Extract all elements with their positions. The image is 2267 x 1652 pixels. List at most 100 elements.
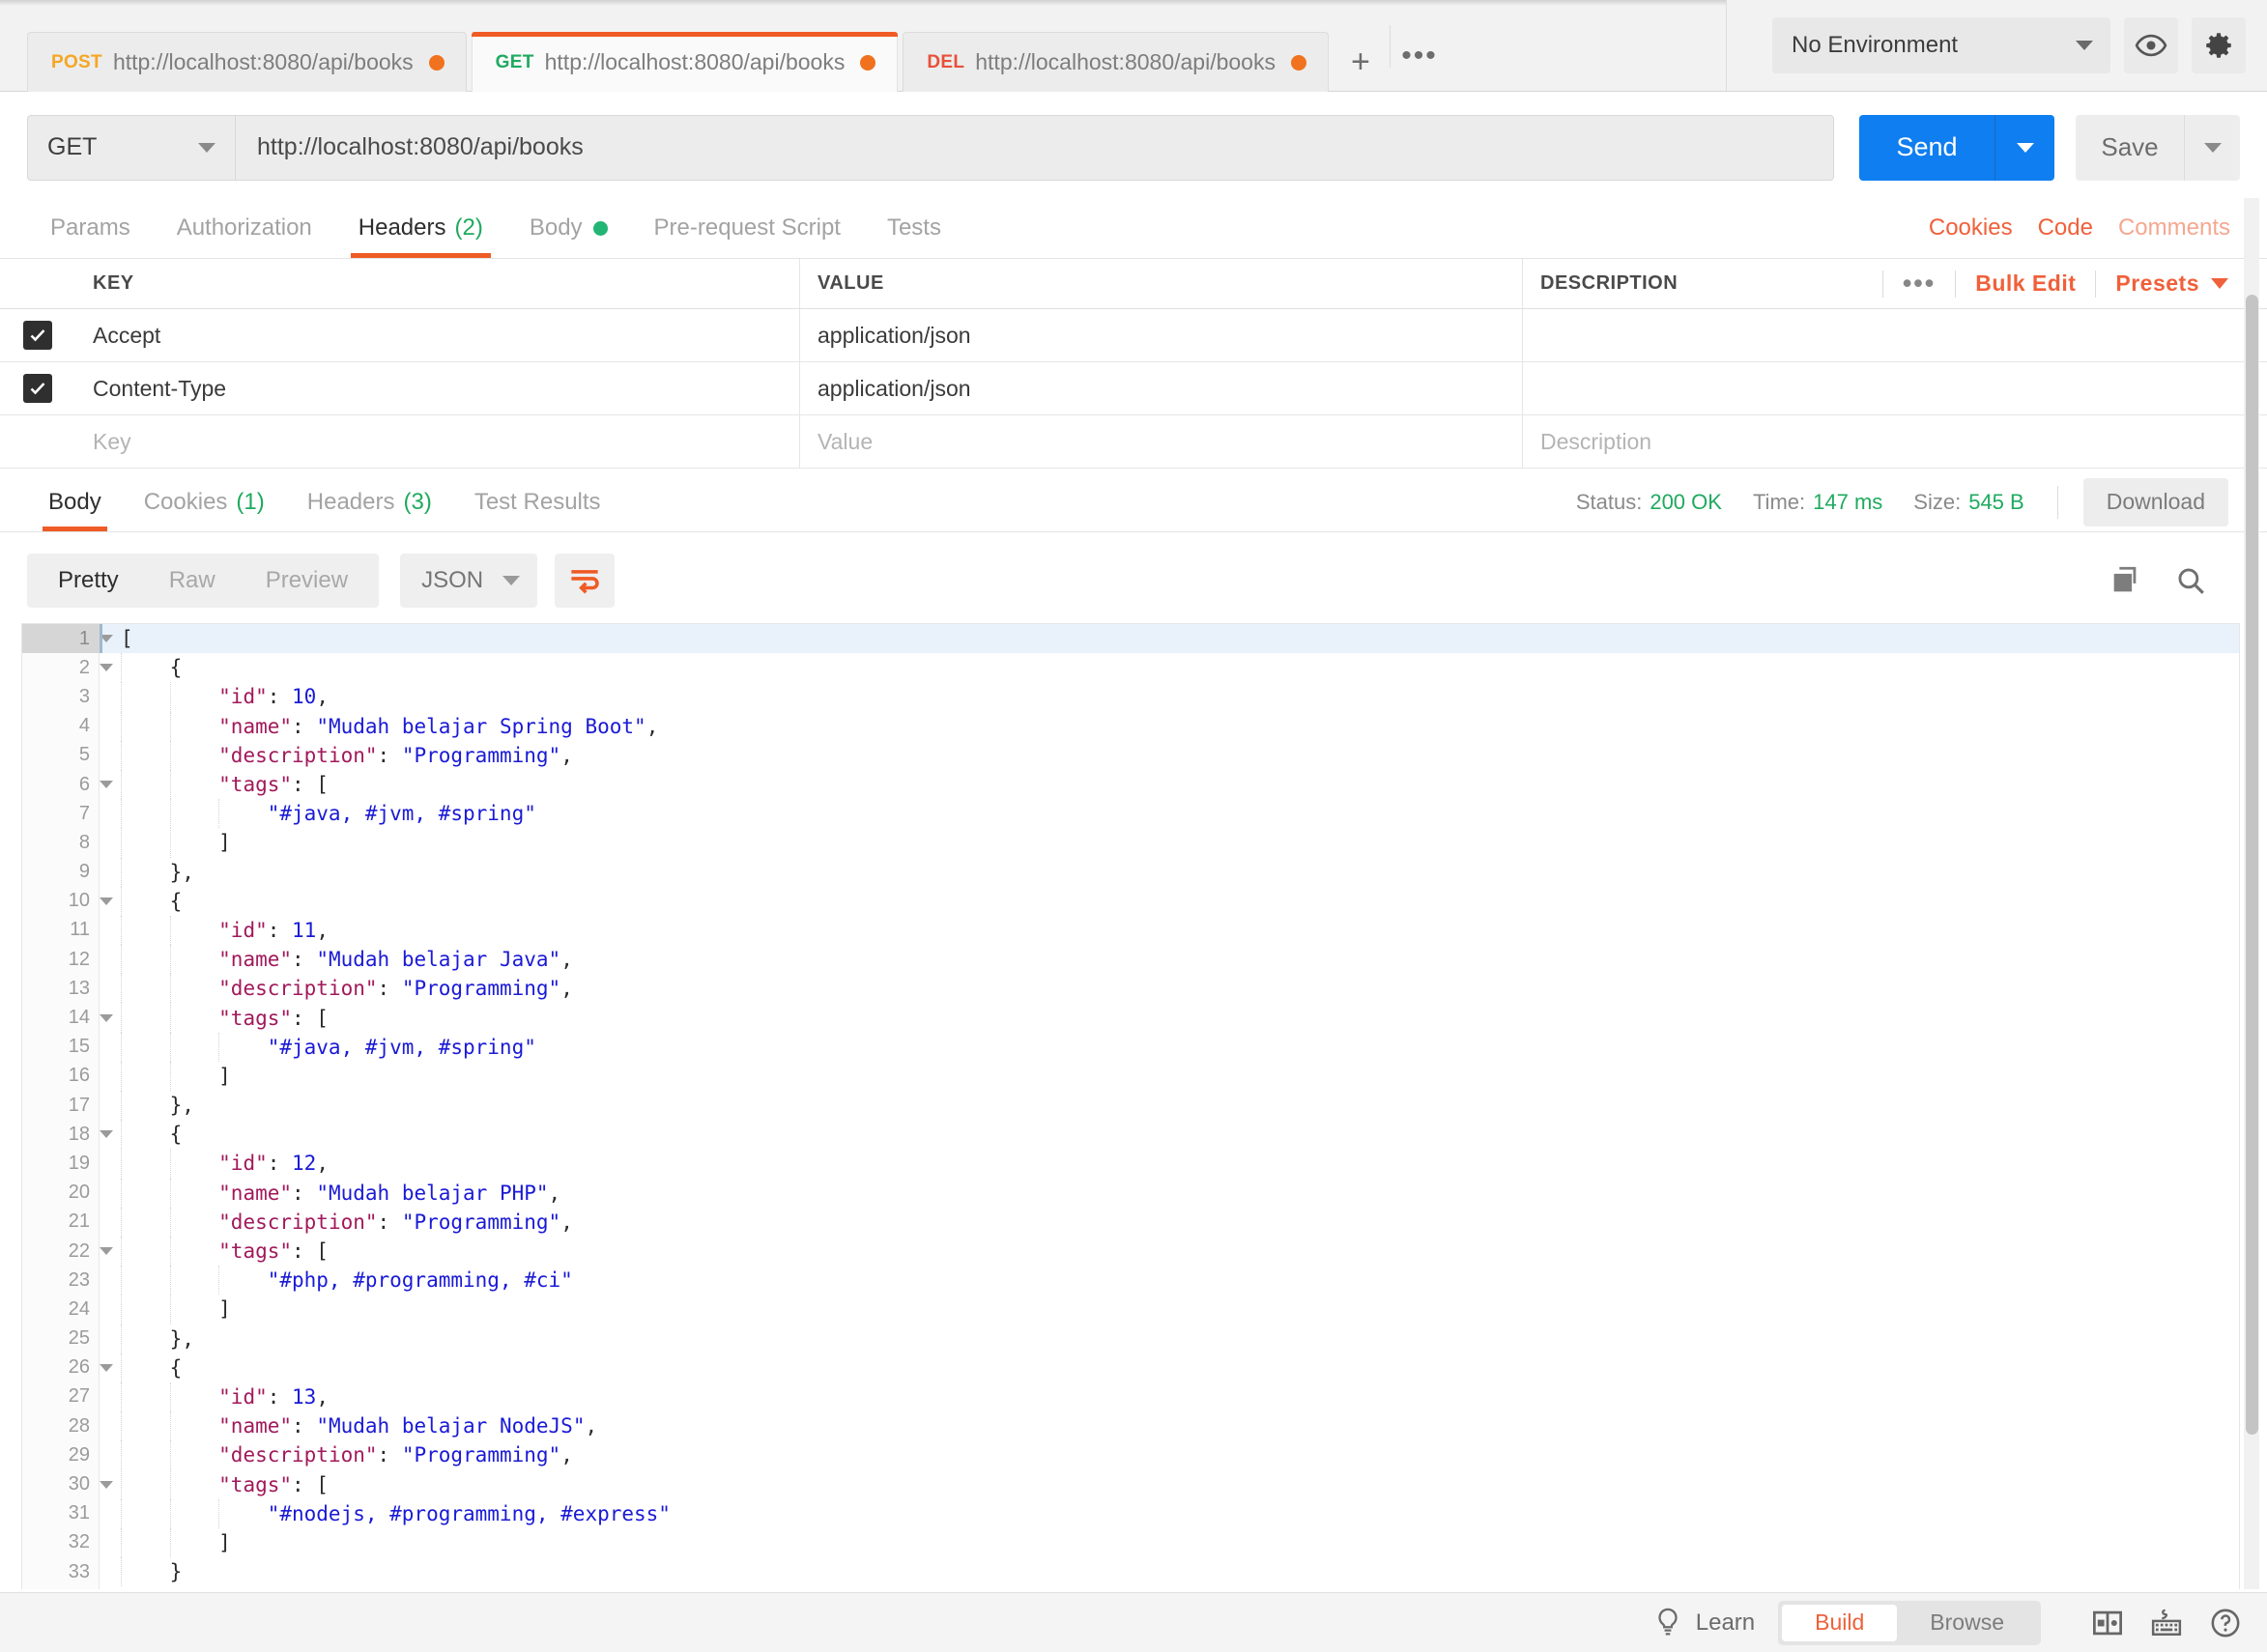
code-token: "Programming" <box>402 977 560 1000</box>
header-key-input[interactable]: Content-Type <box>75 362 800 414</box>
request-tab-url: http://localhost:8080/api/books <box>975 49 1276 75</box>
tab-params[interactable]: Params <box>27 198 154 258</box>
tab-headers[interactable]: Headers(2) <box>335 198 506 258</box>
environment-selector[interactable]: No Environment <box>1772 17 2110 73</box>
code-token: : <box>378 1211 402 1234</box>
response-body-viewer[interactable]: 1[2 {3 "id": 10,4 "name": "Mudah belajar… <box>21 623 2240 1589</box>
code-fold-toggle-icon[interactable] <box>100 781 113 788</box>
tab-pre-request-script[interactable]: Pre-request Script <box>631 198 864 258</box>
tab-more-options-button[interactable]: ••• <box>1392 32 1447 92</box>
code-link[interactable]: Code <box>2038 214 2093 242</box>
header-key-input[interactable]: Key <box>75 415 800 468</box>
size-value: 545 B <box>1968 490 2024 514</box>
table-row[interactable]: Acceptapplication/json <box>0 309 2267 362</box>
code-token: ] <box>218 831 231 854</box>
search-button[interactable] <box>2174 564 2207 597</box>
header-key-input[interactable]: Accept <box>75 309 800 361</box>
mode-browse[interactable]: Browse <box>1897 1605 2037 1641</box>
request-tab-method: DEL <box>927 52 964 73</box>
tab-tests[interactable]: Tests <box>864 198 964 258</box>
code-line: 25 }, <box>22 1324 2239 1353</box>
mode-build[interactable]: Build <box>1782 1605 1897 1641</box>
code-fold-toggle-icon[interactable] <box>100 897 113 905</box>
environment-quick-look-button[interactable] <box>2124 17 2178 73</box>
layout-icon <box>2091 1609 2124 1638</box>
keyboard-shortcuts-button[interactable] <box>2149 1608 2184 1638</box>
page-scrollbar-thumb[interactable] <box>2246 295 2258 1435</box>
view-mode-raw[interactable]: Raw <box>144 558 241 603</box>
indent-guide <box>121 1266 122 1295</box>
table-row[interactable]: Content-Typeapplication/json <box>0 362 2267 415</box>
code-line: 10 { <box>22 887 2239 916</box>
code-fold-toggle-icon[interactable] <box>100 1014 113 1022</box>
response-tab-cookies[interactable]: Cookies(1) <box>123 472 286 531</box>
tab-authorization[interactable]: Authorization <box>154 198 335 258</box>
code-line: 2 { <box>22 653 2239 682</box>
header-value-input[interactable]: application/json <box>800 309 1523 361</box>
headers-table-new-row[interactable]: KeyValueDescription <box>0 415 2267 469</box>
chevron-down-icon <box>198 143 215 153</box>
copy-icon <box>2109 564 2141 597</box>
line-number: 3 <box>22 682 100 711</box>
header-enabled-checkbox[interactable] <box>23 321 52 350</box>
code-fold-toggle-icon[interactable] <box>100 1364 113 1372</box>
status-bar: Learn BuildBrowse <box>0 1592 2267 1652</box>
indent-guide <box>170 770 171 799</box>
http-method-selector[interactable]: GET <box>27 115 235 181</box>
page-scrollbar[interactable] <box>2244 198 2259 1589</box>
view-mode-preview[interactable]: Preview <box>241 558 373 603</box>
request-url-input[interactable]: http://localhost:8080/api/books <box>235 115 1834 181</box>
copy-button[interactable] <box>2109 564 2141 597</box>
learn-button[interactable]: Learn <box>1653 1607 1755 1639</box>
header-value-input[interactable]: Value <box>800 415 1523 468</box>
chevron-down-icon <box>2204 143 2222 153</box>
help-icon <box>2209 1607 2242 1639</box>
line-number: 18 <box>22 1120 100 1149</box>
code-line: 23 "#php, #programming, #ci" <box>22 1266 2239 1295</box>
response-format-selector[interactable]: JSON <box>400 554 537 608</box>
save-options-button[interactable] <box>2184 115 2240 181</box>
response-body-code[interactable]: 1[2 {3 "id": 10,4 "name": "Mudah belajar… <box>22 624 2239 1589</box>
headers-more-options-button[interactable]: ••• <box>1903 277 1936 291</box>
header-enabled-checkbox[interactable] <box>23 374 52 403</box>
wrap-lines-button[interactable] <box>555 554 615 608</box>
presets-button[interactable]: Presets <box>2115 271 2199 297</box>
settings-button[interactable] <box>2192 17 2246 73</box>
bulk-edit-button[interactable]: Bulk Edit <box>1975 271 2076 297</box>
save-button[interactable]: Save <box>2076 115 2184 181</box>
header-description-input[interactable] <box>1523 362 2267 414</box>
code-line: 11 "id": 11, <box>22 916 2239 945</box>
send-options-button[interactable] <box>1994 115 2054 181</box>
header-description-input[interactable] <box>1523 309 2267 361</box>
code-fold-toggle-icon[interactable] <box>100 1130 113 1138</box>
response-tab-test-results[interactable]: Test Results <box>453 472 622 531</box>
comments-link[interactable]: Comments <box>2118 214 2230 242</box>
indent-guide <box>170 1411 171 1440</box>
send-button[interactable]: Send <box>1859 115 1994 181</box>
request-tab-get[interactable]: GEThttp://localhost:8080/api/books <box>472 32 899 92</box>
request-tab-post[interactable]: POSThttp://localhost:8080/api/books <box>27 32 467 92</box>
response-tab-body[interactable]: Body <box>27 472 123 531</box>
divider <box>1882 271 1883 298</box>
tab-label: Pre-request Script <box>654 214 841 242</box>
view-mode-pretty[interactable]: Pretty <box>33 558 144 603</box>
code-token: { <box>170 890 183 913</box>
code-fold-toggle-icon[interactable] <box>100 1481 113 1489</box>
code-token: "name" <box>218 948 292 971</box>
code-fold-toggle-icon[interactable] <box>100 664 113 671</box>
cookies-link[interactable]: Cookies <box>1929 214 2013 242</box>
eye-icon <box>2135 29 2167 62</box>
response-tab-headers[interactable]: Headers(3) <box>286 472 453 531</box>
header-description-input[interactable]: Description <box>1523 415 2267 468</box>
request-tab-del[interactable]: DEL http://localhost:8080/api/books <box>903 32 1329 92</box>
tab-body[interactable]: Body <box>506 198 631 258</box>
header-value-input[interactable]: application/json <box>800 362 1523 414</box>
layout-button[interactable] <box>2091 1609 2124 1638</box>
new-tab-button[interactable]: + <box>1334 32 1388 92</box>
download-button[interactable]: Download <box>2083 478 2228 527</box>
help-button[interactable] <box>2209 1607 2242 1639</box>
divider <box>2057 486 2058 519</box>
code-fold-toggle-icon[interactable] <box>100 1247 113 1255</box>
wrap-lines-icon <box>568 566 601 595</box>
indent-guide <box>121 1324 122 1353</box>
